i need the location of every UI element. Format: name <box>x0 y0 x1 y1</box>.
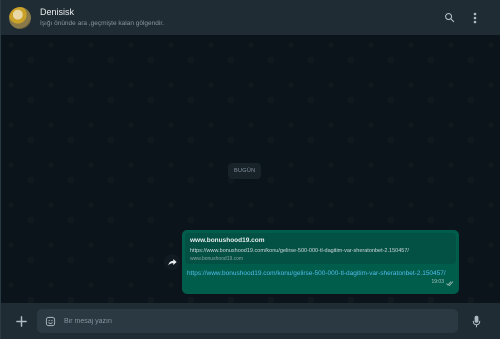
message-list[interactable]: BUGÜN www.bonushood19.com https://www.bo… <box>0 35 500 303</box>
forward-icon[interactable] <box>164 254 180 270</box>
contact-info[interactable]: Denisisk Işığı önünde ara ,geçmişte kala… <box>40 7 164 28</box>
menu-kebab-icon[interactable] <box>468 11 482 25</box>
search-icon[interactable] <box>442 11 456 25</box>
header-actions <box>442 11 482 25</box>
link-preview[interactable]: www.bonushood19.com https://www.bonushoo… <box>185 233 456 264</box>
mic-icon[interactable] <box>470 314 482 328</box>
chat-header[interactable]: Denisisk Işığı önünde ara ,geçmişte kala… <box>0 0 500 35</box>
double-check-icon <box>446 273 454 291</box>
message-input[interactable] <box>64 317 444 325</box>
message-link[interactable]: https://www.bonushood19.com/konu/gelirse… <box>187 269 449 278</box>
message-input-wrapper <box>37 309 458 333</box>
message-time: 19:03 <box>431 279 444 285</box>
outgoing-message[interactable]: www.bonushood19.com https://www.bonushoo… <box>182 230 459 294</box>
plus-icon[interactable] <box>14 314 28 328</box>
link-preview-domain: www.bonushood19.com <box>190 256 244 262</box>
avatar[interactable] <box>9 6 31 29</box>
date-separator: BUGÜN <box>228 163 262 179</box>
contact-name: Denisisk <box>40 7 75 17</box>
link-preview-description: https://www.bonushood19.com/konu/gelirse… <box>190 248 409 254</box>
link-preview-title: www.bonushood19.com <box>190 237 265 244</box>
composer <box>0 303 500 339</box>
contact-status: Işığı önünde ara ,geçmişte kalan gölgend… <box>40 20 164 27</box>
emoji-icon[interactable] <box>44 315 56 327</box>
message-meta: 19:03 <box>431 273 454 291</box>
